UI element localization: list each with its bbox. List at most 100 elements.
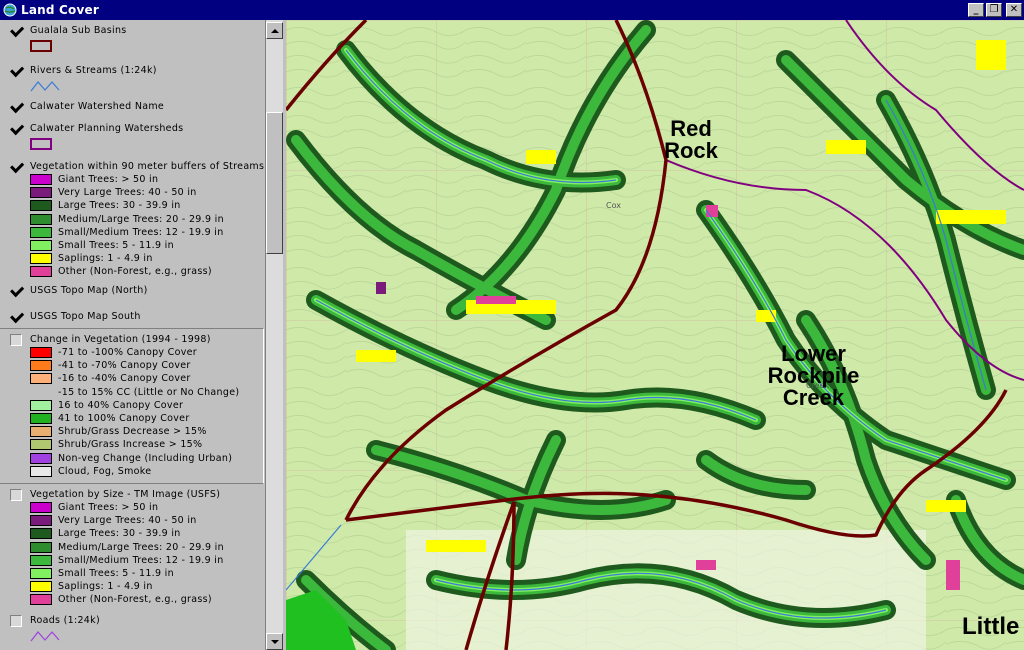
layer-vegetation-by-size[interactable]: Vegetation by Size - TM Image (USFS) Gia…	[0, 484, 265, 610]
entry-label: Small Trees: 5 - 11.9 in	[58, 240, 174, 252]
layer-visibility-checkbox[interactable]	[8, 100, 22, 114]
legend-scrollbar[interactable]	[266, 20, 283, 650]
basin-symbol	[30, 40, 52, 52]
color-swatch	[30, 347, 52, 359]
layer-usgs-topo-south[interactable]: USGS Topo Map South	[0, 306, 265, 328]
layer-name: Vegetation by Size - TM Image (USFS)	[30, 489, 221, 500]
layer-name: USGS Topo Map (North)	[30, 285, 148, 296]
legend-entry: Giant Trees: > 50 in	[30, 501, 265, 514]
layer-calwater-watershed-name[interactable]: Calwater Watershed Name	[0, 96, 265, 118]
color-swatch	[30, 387, 52, 398]
legend-entry: Large Trees: 30 - 39.9 in	[30, 199, 265, 212]
legend-entry: Medium/Large Trees: 20 - 29.9 in	[30, 213, 265, 226]
arrow-down-icon	[270, 639, 279, 644]
entry-label: 16 to 40% Canopy Cover	[58, 399, 184, 411]
title-bar[interactable]: Land Cover _ ❐ ✕	[0, 0, 1024, 20]
color-swatch	[30, 541, 52, 553]
layer-visibility-checkbox[interactable]	[10, 334, 22, 346]
entry-label: Giant Trees: > 50 in	[58, 174, 159, 186]
layer-name: Gualala Sub Basins	[30, 25, 127, 36]
layer-visibility-checkbox[interactable]	[8, 310, 22, 324]
entry-label: 41 to 100% Canopy Cover	[58, 413, 190, 425]
legend-entry: Shrub/Grass Increase > 15%	[30, 438, 263, 451]
map-label-red-rock: Red Rock	[664, 116, 718, 163]
entry-label: Very Large Trees: 40 - 50 in	[58, 187, 197, 199]
layer-gualala-sub-basins[interactable]: Gualala Sub Basins	[0, 20, 265, 60]
color-swatch	[30, 594, 52, 606]
planning-watershed-symbol	[30, 138, 52, 150]
layer-usgs-topo-north[interactable]: USGS Topo Map (North)	[0, 280, 265, 306]
layer-visibility-checkbox[interactable]	[10, 615, 22, 627]
map-label-lower-rockpile-creek: Lower Rockpile Creek	[767, 341, 860, 410]
legend-entry: Saplings: 1 - 4.9 in	[30, 252, 265, 265]
legend-entry: Cloud, Fog, Smoke	[30, 465, 263, 478]
legend-entry: Medium/Large Trees: 20 - 29.9 in	[30, 541, 265, 554]
color-swatch	[30, 200, 52, 212]
legend-entry: -16 to -40% Canopy Cover	[30, 372, 263, 385]
globe-icon	[3, 3, 17, 17]
entry-label: Medium/Large Trees: 20 - 29.9 in	[58, 213, 224, 225]
map-label-little: Little	[962, 613, 1020, 640]
entry-label: Small Trees: 5 - 11.9 in	[58, 568, 174, 580]
color-swatch	[30, 226, 52, 238]
entry-label: -41 to -70% Canopy Cover	[58, 360, 191, 372]
legend-entry: 41 to 100% Canopy Cover	[30, 412, 263, 425]
legend-entry: -71 to -100% Canopy Cover	[30, 346, 263, 359]
entry-label: Non-veg Change (Including Urban)	[58, 452, 233, 464]
restore-button[interactable]: ❐	[986, 3, 1002, 17]
scroll-down-button[interactable]	[266, 633, 283, 650]
close-button[interactable]: ✕	[1006, 3, 1022, 17]
entry-label: Large Trees: 30 - 39.9 in	[58, 528, 181, 540]
color-swatch	[30, 360, 52, 372]
layer-visibility-checkbox[interactable]	[8, 24, 22, 38]
layer-name: Rivers & Streams (1:24k)	[30, 65, 157, 76]
entry-label: Other (Non-Forest, e.g., grass)	[58, 594, 212, 606]
legend-entry: Other (Non-Forest, e.g., grass)	[30, 593, 265, 606]
color-swatch	[30, 502, 52, 514]
legend-entry: Non-veg Change (Including Urban)	[30, 452, 263, 465]
scroll-up-button[interactable]	[266, 22, 283, 39]
layer-name: Change in Vegetation (1994 - 1998)	[30, 334, 211, 345]
color-swatch	[30, 515, 52, 527]
layer-visibility-checkbox[interactable]	[8, 160, 22, 174]
layer-name: Vegetation within 90 meter buffers of St…	[30, 161, 265, 172]
layer-vegetation-stream-buffers[interactable]: Vegetation within 90 meter buffers of St…	[0, 156, 265, 280]
legend-entry: -41 to -70% Canopy Cover	[30, 359, 263, 372]
layer-name: Calwater Watershed Name	[30, 101, 165, 112]
legend-entries: Giant Trees: > 50 in Very Large Trees: 4…	[30, 173, 265, 279]
minimize-button[interactable]: _	[968, 3, 984, 17]
color-swatch	[30, 266, 52, 278]
legend-entries: -71 to -100% Canopy Cover -41 to -70% Ca…	[30, 346, 263, 478]
layer-visibility-checkbox[interactable]	[8, 284, 22, 298]
layer-visibility-checkbox[interactable]	[8, 64, 22, 78]
stream-line-symbol	[30, 81, 60, 92]
color-swatch	[30, 452, 52, 464]
scroll-thumb[interactable]	[266, 112, 283, 254]
legend-entry: Large Trees: 30 - 39.9 in	[30, 527, 265, 540]
layer-calwater-planning-watersheds[interactable]: Calwater Planning Watersheds	[0, 118, 265, 156]
color-swatch	[30, 554, 52, 566]
color-swatch	[30, 253, 52, 265]
map-view[interactable]: Cox Creek Red Rock Lower Rockpile Creek …	[286, 20, 1024, 650]
layer-rivers-streams[interactable]: Rivers & Streams (1:24k)	[0, 60, 265, 96]
entry-label: Other (Non-Forest, e.g., grass)	[58, 266, 212, 278]
color-swatch	[30, 213, 52, 225]
entry-label: -71 to -100% Canopy Cover	[58, 347, 197, 359]
legend-entry: Small/Medium Trees: 12 - 19.9 in	[30, 226, 265, 239]
layer-visibility-checkbox[interactable]	[8, 122, 22, 136]
layer-visibility-checkbox[interactable]	[10, 489, 22, 501]
entry-label: Very Large Trees: 40 - 50 in	[58, 515, 197, 527]
layer-roads[interactable]: Roads (1:24k)	[0, 610, 265, 642]
entry-label: Medium/Large Trees: 20 - 29.9 in	[58, 541, 224, 553]
legend-entry: Shrub/Grass Decrease > 15%	[30, 425, 263, 438]
legend-entry: Very Large Trees: 40 - 50 in	[30, 514, 265, 527]
color-swatch	[30, 568, 52, 580]
layer-change-in-vegetation[interactable]: Change in Vegetation (1994 - 1998) -71 t…	[0, 328, 264, 484]
layer-name: USGS Topo Map South	[30, 311, 141, 322]
topo-vegetation-map: Cox Creek	[286, 20, 1024, 650]
color-swatch	[30, 426, 52, 438]
entry-label: Shrub/Grass Increase > 15%	[58, 439, 203, 451]
color-swatch	[30, 240, 52, 252]
window-controls: _ ❐ ✕	[968, 3, 1022, 17]
entry-label: Large Trees: 30 - 39.9 in	[58, 200, 181, 212]
